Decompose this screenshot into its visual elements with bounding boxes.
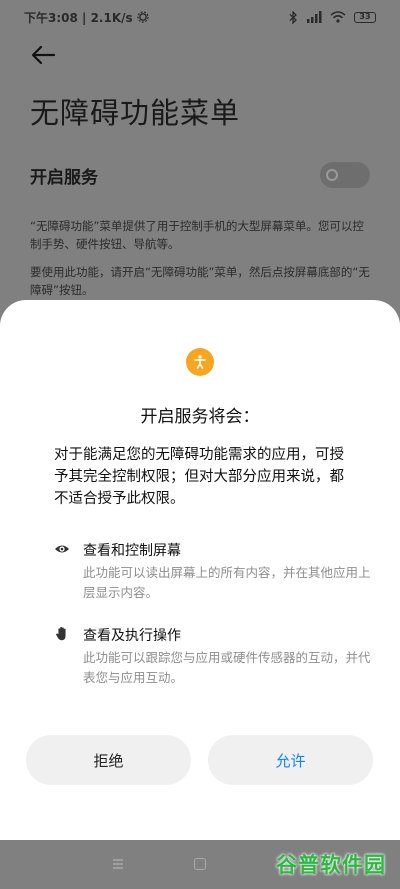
- permission-title: 查看及执行操作: [83, 628, 181, 644]
- wifi-icon: [330, 11, 346, 23]
- back-arrow-icon[interactable]: [30, 42, 56, 68]
- accessibility-icon: [186, 348, 214, 376]
- page-title: 无障碍功能菜单: [30, 96, 241, 130]
- feature-description: “无障碍功能”菜单提供了用于控制手机的大型屏幕菜单。您可以控制手势、硬件按钮、导…: [30, 219, 364, 251]
- watermark-logo: 谷普软件园: [276, 853, 386, 877]
- eye-icon: [55, 545, 69, 553]
- settings-gear-icon: [137, 11, 149, 23]
- signal-icon: [307, 11, 322, 23]
- toggle-knob: [326, 169, 338, 181]
- permission-description: 此功能可以读出屏幕上的所有内容，并在其他应用上层显示内容。: [83, 565, 371, 600]
- home-icon[interactable]: [194, 858, 206, 870]
- permission-description: 此功能可以跟踪您与应用或硬件传感器的互动，并代表您与应用互动。: [83, 650, 371, 685]
- permission-dialog: 开启服务将会： 对于能满足您的无障碍功能需求的应用，可授予其完全控制权限；但对大…: [0, 300, 400, 840]
- service-toggle-row[interactable]: 开启服务: [30, 160, 370, 190]
- allow-button[interactable]: 允许: [208, 735, 373, 785]
- status-time-speed: 下午3:08 | 2.1K/s: [24, 10, 133, 25]
- status-right: 33: [289, 10, 376, 24]
- service-label: 开启服务: [30, 167, 98, 188]
- battery-icon: 33: [354, 11, 376, 23]
- usage-description: 要使用此功能，请开启“无障碍功能”菜单，然后点按屏幕底部的“无障碍”按钮。: [30, 265, 370, 297]
- service-toggle[interactable]: [320, 162, 370, 188]
- dialog-intro: 对于能满足您的无障碍功能需求的应用，可授予其完全控制权限；但对大部分应用来说，都…: [54, 447, 344, 507]
- hand-icon: [56, 626, 66, 641]
- bluetooth-icon: [289, 10, 297, 24]
- status-bar: 下午3:08 | 2.1K/s 33: [0, 0, 400, 34]
- deny-button[interactable]: 拒绝: [26, 735, 191, 785]
- dialog-title: 开启服务将会：: [140, 407, 260, 427]
- menu-icon[interactable]: [112, 858, 124, 870]
- status-left: 下午3:08 | 2.1K/s: [24, 9, 149, 26]
- permission-title: 查看和控制屏幕: [83, 543, 181, 559]
